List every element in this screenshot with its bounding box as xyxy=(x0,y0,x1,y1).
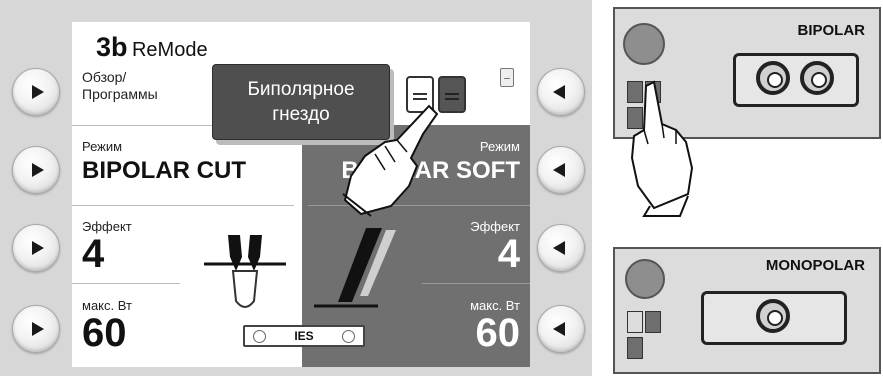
panel-key[interactable] xyxy=(645,311,661,333)
overview-programs[interactable]: Обзор/ Программы xyxy=(82,69,158,103)
right-mode-label: Режим xyxy=(479,139,520,154)
left-softkey-3[interactable] xyxy=(12,224,60,272)
left-power-value[interactable]: 60 xyxy=(82,311,127,356)
page-title: 3b ReMode xyxy=(96,32,208,63)
left-mode-value[interactable]: BIPOLAR CUT xyxy=(82,157,246,185)
play-left-icon xyxy=(553,163,565,177)
right-softkey-3[interactable] xyxy=(537,224,585,272)
play-right-icon xyxy=(32,241,44,255)
right-power-value[interactable]: 60 xyxy=(476,311,521,356)
title-text: ReMode xyxy=(131,39,208,61)
overview-line-1: Обзор/ xyxy=(82,69,127,85)
display-screen: 3b ReMode Обзор/ Программы Режим BIPOLAR… xyxy=(72,22,530,367)
left-softkey-2[interactable] xyxy=(12,146,60,194)
socket-hole-icon xyxy=(756,299,790,333)
right-effect-value[interactable]: 4 xyxy=(498,232,520,277)
tooltip-line-1: Биполярное xyxy=(247,79,355,100)
divider xyxy=(72,283,180,284)
ies-indicator: IES xyxy=(243,325,365,347)
left-softkey-4[interactable] xyxy=(12,305,60,353)
bipolar-label: BIPOLAR xyxy=(797,22,866,39)
monopolar-label: MONOPOLAR xyxy=(765,257,865,274)
device-frame: 3b ReMode Обзор/ Программы Режим BIPOLAR… xyxy=(0,0,592,376)
play-left-icon xyxy=(553,322,565,336)
status-indicator-icon xyxy=(500,68,514,87)
play-right-icon xyxy=(32,163,44,177)
cutting-electrode-icon xyxy=(204,235,286,308)
ies-label: IES xyxy=(294,329,314,343)
panel-key[interactable] xyxy=(627,311,643,333)
right-softkey-1[interactable] xyxy=(537,68,585,116)
ies-led-left-icon xyxy=(253,330,266,343)
divider xyxy=(422,283,530,284)
pointing-hand-icon xyxy=(630,80,694,217)
socket-hole-icon xyxy=(800,61,834,95)
bipolar-socket xyxy=(733,53,859,107)
pointing-hand-icon xyxy=(342,104,439,217)
play-right-icon xyxy=(32,322,44,336)
coagulation-forceps-icon xyxy=(314,228,396,308)
right-softkey-2[interactable] xyxy=(537,146,585,194)
ies-led-right-icon xyxy=(342,330,355,343)
monopolar-socket xyxy=(701,291,847,345)
socket-hole-icon xyxy=(756,61,790,95)
left-effect-value[interactable]: 4 xyxy=(82,232,104,277)
play-left-icon xyxy=(553,241,565,255)
left-mode-label: Режим xyxy=(82,139,123,154)
indicator-lamp-icon xyxy=(623,23,665,65)
overview-line-2: Программы xyxy=(82,86,158,102)
indicator-lamp-icon xyxy=(625,259,665,299)
left-softkey-1[interactable] xyxy=(12,68,60,116)
monopolar-panel: MONOPOLAR xyxy=(613,247,881,374)
right-softkey-4[interactable] xyxy=(537,305,585,353)
title-number: 3b xyxy=(96,32,128,62)
play-left-icon xyxy=(553,85,565,99)
panel-key[interactable] xyxy=(627,337,643,359)
divider xyxy=(72,205,294,206)
play-right-icon xyxy=(32,85,44,99)
